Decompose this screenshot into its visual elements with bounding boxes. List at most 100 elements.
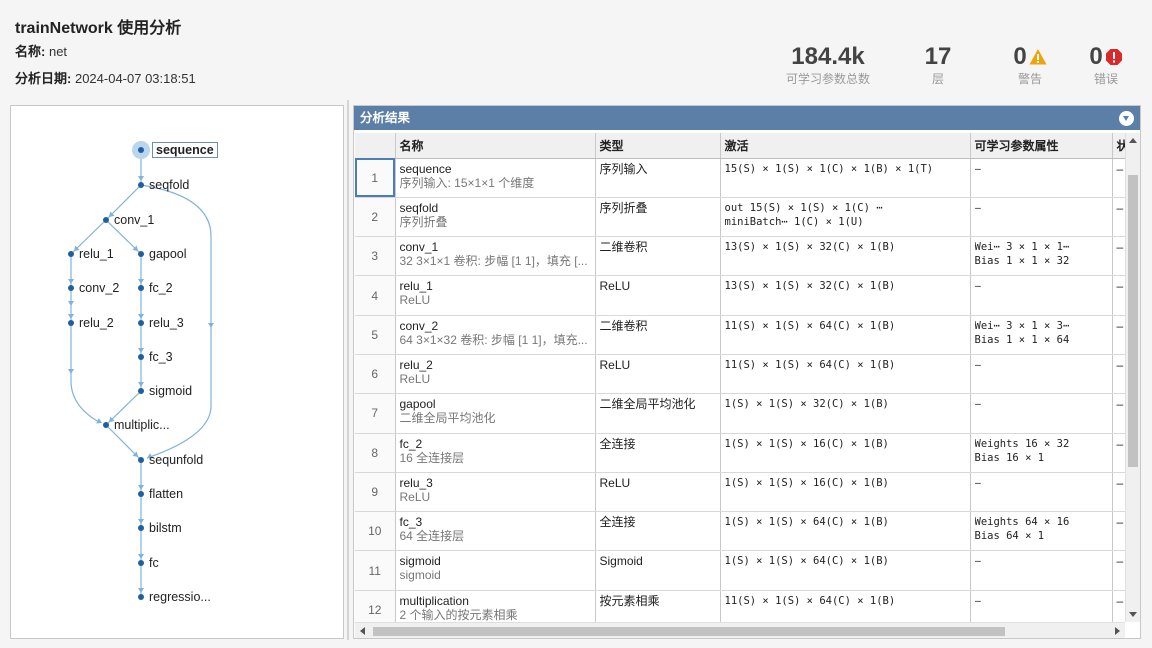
layer-name-cell[interactable]: gapool 二维全局平均池化 — [395, 393, 596, 434]
activations-cell[interactable]: 1(S) × 1(S) × 64(C) × 1(B) — [720, 550, 971, 591]
column-header-activations[interactable]: 激活 — [720, 133, 971, 159]
graph-node[interactable] — [138, 594, 144, 600]
layer-type-cell[interactable]: 二维卷积 — [595, 236, 721, 277]
learnables-cell[interactable]: Wei⋯ 3 × 1 × 1⋯ Bias 1 × 1 × 32 — [970, 236, 1113, 277]
layer-name-cell[interactable]: seqfold 序列折叠 — [395, 197, 596, 238]
layer-type-cell[interactable]: Sigmoid — [595, 550, 721, 591]
graph-node[interactable] — [103, 217, 109, 223]
learnables-cell[interactable]: – — [970, 197, 1113, 238]
graph-node[interactable] — [138, 251, 144, 257]
layer-name-cell[interactable]: conv_1 32 3×1×1 卷积: 步幅 [1 1]，填充 [... — [395, 236, 596, 277]
horizontal-scroll-thumb[interactable] — [373, 627, 1005, 636]
scroll-down-icon[interactable] — [1129, 612, 1137, 617]
learnables-cell[interactable]: Weights 16 × 32 Bias 16 × 1 — [970, 433, 1113, 473]
graph-node[interactable] — [138, 525, 144, 531]
graph-node-label[interactable]: regressio... — [149, 590, 211, 604]
graph-node-label[interactable]: fc_2 — [149, 281, 173, 295]
layer-name-cell[interactable]: relu_2 ReLU — [395, 354, 596, 395]
graph-node[interactable] — [103, 422, 109, 428]
row-index[interactable]: 1 — [355, 158, 396, 198]
layer-name-cell[interactable]: fc_2 16 全连接层 — [395, 433, 596, 473]
layer-type-cell[interactable]: 二维全局平均池化 — [595, 393, 721, 434]
table-row[interactable]: 2 seqfold 序列折叠 序列折叠 out 15(S) × 1(S) × 1(C) … — [355, 197, 1125, 238]
state-cell[interactable]: – — [1112, 511, 1125, 552]
scroll-right-icon[interactable] — [1115, 627, 1120, 635]
activations-cell[interactable]: 11(S) × 1(S) × 64(C) × 1(B) — [720, 590, 971, 622]
column-header-name[interactable]: 名称 — [395, 133, 596, 159]
table-row[interactable]: 5 conv_2 64 3×1×32 卷积: 步幅 [1 1]，填充... 二维卷积 1… — [355, 315, 1125, 355]
horizontal-scrollbar[interactable] — [355, 622, 1125, 638]
stat-errors[interactable]: 0 错误 — [1076, 42, 1136, 86]
vertical-scrollbar[interactable] — [1125, 133, 1140, 622]
graph-node[interactable] — [68, 251, 74, 257]
graph-node[interactable] — [68, 320, 74, 326]
table-row[interactable]: 10 fc_3 64 全连接层 全连接 1(S) × 1(S) × 64(C) × 1(… — [355, 511, 1125, 552]
learnables-cell[interactable]: Wei⋯ 3 × 1 × 3⋯ Bias 1 × 1 × 64 — [970, 315, 1113, 355]
layer-type-cell[interactable]: ReLU — [595, 472, 721, 513]
layer-name-cell[interactable]: multiplication 2 个输入的按元素相乘 — [395, 590, 596, 622]
graph-node-label[interactable]: multiplic... — [114, 418, 170, 432]
results-table-container[interactable]: 名称 类型 激活 可学习参数属性 状 1sequence序列输入: 15×1×1… — [355, 133, 1125, 622]
table-row[interactable]: 1 sequence 序列输入: 15×1×1 个维度 序列输入 15(S) × 1(S… — [355, 158, 1125, 198]
layer-type-cell[interactable]: 序列输入 — [595, 158, 721, 198]
column-header-index[interactable] — [355, 133, 396, 159]
table-row[interactable]: 12 multiplication 2 个输入的按元素相乘 按元素相乘 11(S) × … — [355, 590, 1125, 622]
row-index[interactable]: 9 — [355, 472, 396, 513]
column-header-learnables[interactable]: 可学习参数属性 — [970, 133, 1113, 159]
activations-cell[interactable]: 1(S) × 1(S) × 16(C) × 1(B) — [720, 472, 971, 513]
graph-node-label[interactable]: gapool — [149, 247, 187, 261]
learnables-cell[interactable]: – — [970, 354, 1113, 395]
graph-node[interactable] — [138, 147, 144, 153]
collapse-icon[interactable] — [1119, 111, 1134, 126]
row-index[interactable]: 4 — [355, 275, 396, 316]
layer-type-cell[interactable]: 二维卷积 — [595, 315, 721, 355]
network-graph-pane[interactable]: sequence seqfold conv_1 relu_1 gapool conv_2 f… — [10, 105, 344, 639]
graph-node-label[interactable]: conv_1 — [114, 213, 154, 227]
row-index[interactable]: 6 — [355, 354, 396, 395]
graph-node-label[interactable]: flatten — [149, 487, 183, 501]
row-index[interactable]: 7 — [355, 393, 396, 434]
graph-node[interactable] — [138, 457, 144, 463]
state-cell[interactable]: – — [1112, 197, 1125, 238]
state-cell[interactable]: – — [1112, 550, 1125, 591]
activations-cell[interactable]: 1(S) × 1(S) × 16(C) × 1(B) — [720, 433, 971, 473]
state-cell[interactable]: – — [1112, 472, 1125, 513]
graph-node-label[interactable]: conv_2 — [79, 281, 119, 295]
graph-node[interactable] — [138, 320, 144, 326]
layer-type-cell[interactable]: 全连接 — [595, 433, 721, 473]
graph-node-label[interactable]: sequence — [152, 142, 218, 158]
activations-cell[interactable]: 1(S) × 1(S) × 64(C) × 1(B) — [720, 511, 971, 552]
activations-cell[interactable]: 11(S) × 1(S) × 64(C) × 1(B) — [720, 315, 971, 355]
row-index[interactable]: 8 — [355, 433, 396, 473]
table-row[interactable]: 3 conv_1 32 3×1×1 卷积: 步幅 [1 1]，填充 [... 二维卷积… — [355, 236, 1125, 277]
learnables-cell[interactable]: – — [970, 275, 1113, 316]
row-index[interactable]: 11 — [355, 550, 396, 591]
table-row[interactable]: 4 relu_1 ReLU ReLU 13(S) × 1(S) × 32(C) × 1(… — [355, 275, 1125, 316]
state-cell[interactable]: – — [1112, 158, 1125, 198]
state-cell[interactable]: – — [1112, 275, 1125, 316]
learnables-cell[interactable]: Weights 64 × 16 Bias 64 × 1 — [970, 511, 1113, 552]
column-header-state[interactable]: 状 — [1112, 133, 1125, 159]
layer-name-cell[interactable]: sequence 序列输入: 15×1×1 个维度 — [395, 158, 596, 198]
activations-cell[interactable]: out 15(S) × 1(S) × 1(C) ⋯ miniBatch⋯ 1(C)… — [720, 197, 971, 238]
learnables-cell[interactable]: – — [970, 158, 1113, 198]
graph-node[interactable] — [138, 285, 144, 291]
graph-node-label[interactable]: fc — [149, 556, 159, 570]
graph-node-label[interactable]: relu_1 — [79, 247, 114, 261]
graph-node[interactable] — [138, 182, 144, 188]
graph-node-label[interactable]: sigmoid — [149, 384, 192, 398]
graph-node[interactable] — [68, 285, 74, 291]
layer-type-cell[interactable]: 按元素相乘 — [595, 590, 721, 622]
layer-type-cell[interactable]: ReLU — [595, 354, 721, 395]
row-index[interactable]: 2 — [355, 197, 396, 238]
layer-name-cell[interactable]: sigmoid sigmoid — [395, 550, 596, 591]
scroll-up-icon[interactable] — [1129, 138, 1137, 143]
graph-node-label[interactable]: relu_2 — [79, 316, 114, 330]
row-index[interactable]: 3 — [355, 236, 396, 277]
graph-node-label[interactable]: seqfold — [149, 178, 189, 192]
activations-cell[interactable]: 13(S) × 1(S) × 32(C) × 1(B) — [720, 275, 971, 316]
activations-cell[interactable]: 11(S) × 1(S) × 64(C) × 1(B) — [720, 354, 971, 395]
learnables-cell[interactable]: – — [970, 550, 1113, 591]
activations-cell[interactable]: 1(S) × 1(S) × 32(C) × 1(B) — [720, 393, 971, 434]
layer-name-cell[interactable]: fc_3 64 全连接层 — [395, 511, 596, 552]
